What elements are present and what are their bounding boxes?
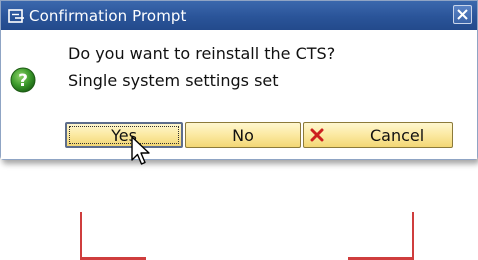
yes-button[interactable]: Yes	[65, 122, 183, 148]
no-button-label: No	[232, 125, 254, 145]
red-x-icon	[310, 128, 324, 142]
message-line-2: Single system settings set	[68, 71, 279, 90]
close-icon	[457, 9, 468, 20]
cancel-button-label: Cancel	[370, 125, 425, 145]
no-button[interactable]: No	[185, 122, 301, 148]
svg-text:?: ?	[18, 71, 28, 91]
close-button[interactable]	[453, 5, 472, 24]
guide-line	[412, 212, 414, 260]
confirmation-dialog: Confirmation Prompt ? Do you want to rei…	[0, 0, 478, 160]
message-line-1: Do you want to reinstall the CTS?	[68, 44, 336, 63]
window-prompt-icon	[8, 8, 24, 23]
question-icon: ?	[10, 67, 36, 93]
title-bar[interactable]: Confirmation Prompt	[1, 1, 477, 30]
dialog-title: Confirmation Prompt	[29, 6, 187, 25]
screen: Confirmation Prompt ? Do you want to rei…	[0, 0, 478, 260]
cancel-button[interactable]: Cancel	[303, 122, 453, 148]
mouse-pointer-icon	[131, 136, 150, 165]
guide-line	[80, 212, 82, 260]
dialog-body: ? Do you want to reinstall the CTS? Sing…	[1, 30, 477, 159]
